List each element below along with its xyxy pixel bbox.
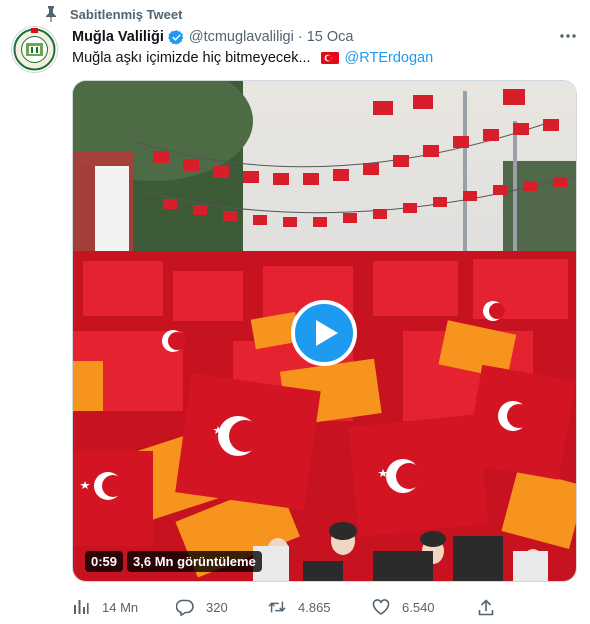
turkey-flag-icon — [320, 52, 339, 64]
avatar[interactable] — [11, 26, 58, 73]
video-overlay: 0:59 3,6 Mn görüntüleme — [85, 551, 262, 572]
display-name[interactable]: Muğla Valiliği — [72, 29, 164, 45]
video-duration: 0:59 — [85, 551, 124, 572]
heart-icon — [372, 598, 390, 616]
like-count: 6.540 — [402, 599, 435, 615]
retweet-count: 4.865 — [298, 599, 331, 615]
separator-dot: · — [297, 29, 303, 45]
tweet-header: Muğla Valiliği @tcmuglavaliligi · 15 Oca — [72, 27, 353, 47]
reply-count: 320 — [206, 599, 228, 615]
mention-link[interactable]: @RTErdogan — [345, 50, 434, 66]
author-handle[interactable]: @tcmuglavaliligi — [189, 29, 294, 45]
tweet-body: Muğla aşkı içimizde hiç bitmeyecek... — [72, 50, 311, 66]
retweet-button[interactable]: 4.865 — [268, 597, 331, 617]
retweet-icon — [268, 598, 286, 616]
more-options-icon[interactable] — [558, 28, 578, 44]
pinned-label: Sabitlenmiş Tweet — [70, 6, 183, 22]
reply-icon — [176, 598, 194, 616]
video-player[interactable]: 0:59 3,6 Mn görüntüleme — [72, 80, 577, 582]
share-button[interactable] — [477, 597, 495, 617]
pinned-tweet[interactable]: Sabitlenmiş Tweet Muğla Valiliği @tcmugl… — [0, 0, 590, 624]
verified-badge-icon — [168, 29, 185, 46]
pin-icon — [44, 6, 58, 22]
analytics-icon — [72, 598, 90, 616]
play-button[interactable] — [291, 300, 357, 366]
share-icon — [477, 598, 495, 616]
analytics-button[interactable]: 14 Mn — [72, 597, 138, 617]
pinned-indicator: Sabitlenmiş Tweet — [44, 5, 182, 23]
timestamp[interactable]: 15 Oca — [307, 29, 354, 45]
tweet-text: Muğla aşkı içimizde hiç bitmeyecek... @R… — [72, 48, 433, 68]
reply-button[interactable]: 320 — [176, 597, 228, 617]
analytics-count: 14 Mn — [102, 599, 139, 615]
video-view-count: 3,6 Mn görüntüleme — [127, 551, 262, 572]
tweet-actions: 14 Mn 320 4.865 6.540 — [72, 597, 502, 617]
like-button[interactable]: 6.540 — [372, 597, 435, 617]
play-icon — [315, 320, 338, 346]
